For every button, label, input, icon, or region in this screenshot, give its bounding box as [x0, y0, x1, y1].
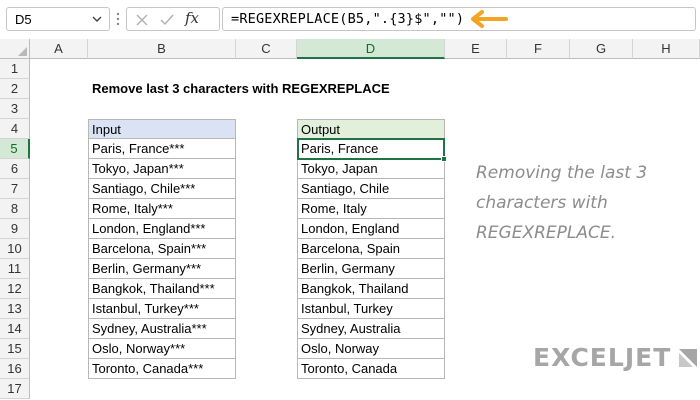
- output-cell[interactable]: Barcelona, Spain: [297, 239, 445, 259]
- output-cell[interactable]: Toronto, Canada: [297, 359, 445, 379]
- formula-buttons: fx: [126, 7, 220, 31]
- fill-handle[interactable]: [441, 156, 447, 162]
- input-cell[interactable]: Paris, France***: [88, 139, 236, 159]
- arrow-left-icon: [471, 10, 508, 28]
- output-cell[interactable]: London, England: [297, 219, 445, 239]
- row-header-14[interactable]: 14: [0, 319, 30, 339]
- row-header-6[interactable]: 6: [0, 159, 30, 179]
- row-header-11[interactable]: 11: [0, 259, 30, 279]
- output-cell[interactable]: Oslo, Norway: [297, 339, 445, 359]
- input-cell[interactable]: Rome, Italy***: [88, 199, 236, 219]
- name-box-value: D5: [15, 12, 32, 27]
- formula-text: =REGEXREPLACE(B5,".{3}$",""): [231, 11, 465, 27]
- row-header-15[interactable]: 15: [0, 339, 30, 359]
- input-cell[interactable]: London, England***: [88, 219, 236, 239]
- enter-check-icon[interactable]: [159, 13, 175, 27]
- row-header-9[interactable]: 9: [0, 219, 30, 239]
- row-header-2[interactable]: 2: [0, 79, 30, 99]
- output-header-cell[interactable]: Output: [297, 119, 445, 139]
- sheet-title[interactable]: Remove last 3 characters with REGEXREPLA…: [92, 81, 390, 96]
- input-cell[interactable]: Sydney, Australia***: [88, 319, 236, 339]
- row-header-17[interactable]: 17: [0, 379, 30, 399]
- formula-input[interactable]: =REGEXREPLACE(B5,".{3}$",""): [222, 7, 696, 31]
- formula-bar: D5 fx =REGEXREPLACE(B5,".{3}$",""): [0, 0, 700, 38]
- output-cell[interactable]: Istanbul, Turkey: [297, 299, 445, 319]
- output-cell[interactable]: Sydney, Australia: [297, 319, 445, 339]
- chevron-down-icon[interactable]: [91, 13, 103, 25]
- select-all-corner[interactable]: [0, 39, 30, 59]
- row-header-1[interactable]: 1: [0, 59, 30, 79]
- output-cell[interactable]: Santiago, Chile: [297, 179, 445, 199]
- drag-handle-icon[interactable]: [116, 11, 120, 27]
- annotation-note: Removing the last 3 characters with REGE…: [476, 163, 648, 243]
- insert-function-icon[interactable]: fx: [185, 9, 199, 27]
- row-header-5[interactable]: 5: [0, 139, 30, 159]
- input-cell[interactable]: Berlin, Germany***: [88, 259, 236, 279]
- column-header-e[interactable]: E: [445, 39, 507, 59]
- column-header-a[interactable]: A: [30, 39, 88, 59]
- column-header-c[interactable]: C: [236, 39, 297, 59]
- column-header-h[interactable]: H: [633, 39, 700, 59]
- column-header-f[interactable]: F: [507, 39, 570, 59]
- input-cell[interactable]: Toronto, Canada***: [88, 359, 236, 379]
- input-cell[interactable]: Tokyo, Japan***: [88, 159, 236, 179]
- output-cell[interactable]: Rome, Italy: [297, 199, 445, 219]
- input-cell[interactable]: Barcelona, Spain***: [88, 239, 236, 259]
- row-header-4[interactable]: 4: [0, 119, 30, 139]
- row-header-7[interactable]: 7: [0, 179, 30, 199]
- row-header-3[interactable]: 3: [0, 99, 30, 119]
- column-header-d[interactable]: D: [297, 39, 445, 59]
- input-cell[interactable]: Santiago, Chile***: [88, 179, 236, 199]
- exceljet-logo-icon: [679, 349, 697, 367]
- row-header-12[interactable]: 12: [0, 279, 30, 299]
- row-header-10[interactable]: 10: [0, 239, 30, 259]
- input-cell[interactable]: Bangkok, Thailand***: [88, 279, 236, 299]
- input-cell[interactable]: Oslo, Norway***: [88, 339, 236, 359]
- input-cell[interactable]: Istanbul, Turkey***: [88, 299, 236, 319]
- column-header-b[interactable]: B: [88, 39, 236, 59]
- active-cell-selection[interactable]: [297, 138, 445, 160]
- row-header-8[interactable]: 8: [0, 199, 30, 219]
- row-header-16[interactable]: 16: [0, 359, 30, 379]
- cancel-icon[interactable]: [135, 13, 149, 27]
- column-header-g[interactable]: G: [570, 39, 633, 59]
- output-cell[interactable]: Tokyo, Japan: [297, 159, 445, 179]
- name-box[interactable]: D5: [6, 7, 110, 31]
- logo-text: EXCELJET: [533, 343, 672, 372]
- output-cell[interactable]: Berlin, Germany: [297, 259, 445, 279]
- row-header-13[interactable]: 13: [0, 299, 30, 319]
- input-header-cell[interactable]: Input: [88, 119, 236, 139]
- output-cell[interactable]: Bangkok, Thailand: [297, 279, 445, 299]
